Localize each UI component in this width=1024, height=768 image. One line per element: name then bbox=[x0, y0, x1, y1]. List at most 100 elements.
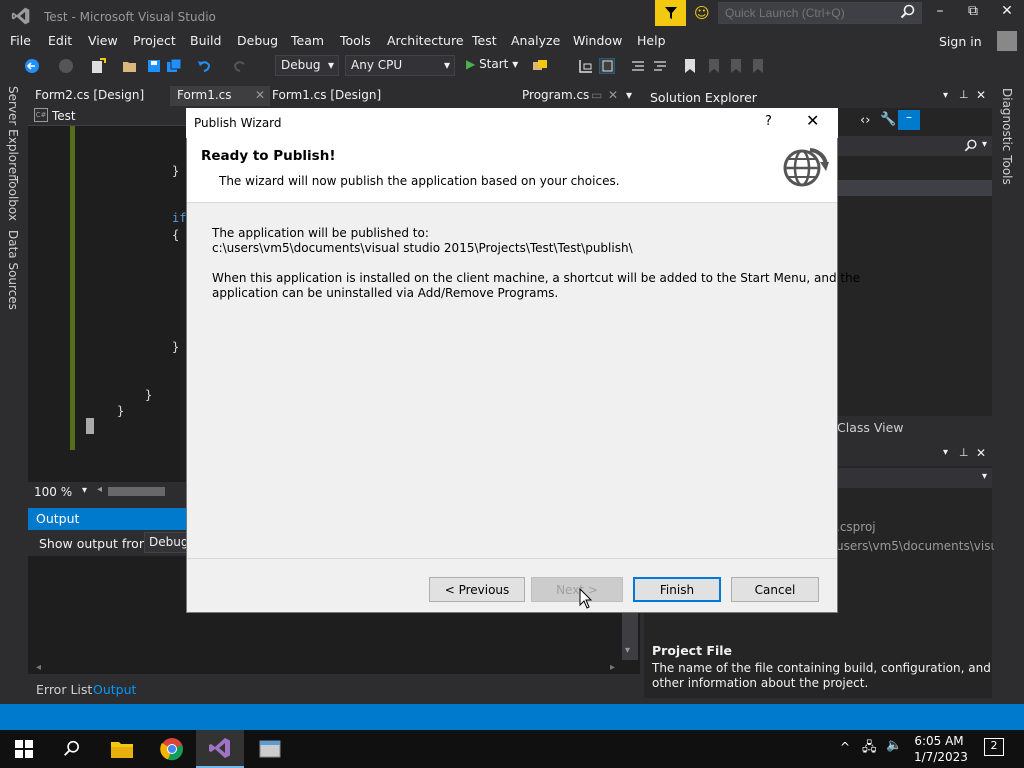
dialog-help-button[interactable]: ? bbox=[765, 114, 772, 129]
quick-launch-input[interactable] bbox=[718, 2, 922, 24]
navigate-back-icon[interactable] bbox=[24, 58, 40, 74]
menu-build[interactable]: Build bbox=[190, 33, 221, 48]
navigate-forward-icon[interactable] bbox=[58, 58, 74, 74]
next-bookmark-icon[interactable] bbox=[728, 58, 744, 74]
selected-tree-item[interactable] bbox=[830, 180, 992, 196]
chevron-down-icon[interactable]: ▾ bbox=[982, 471, 987, 482]
send-feedback-smiley-icon[interactable]: ☺ bbox=[694, 4, 710, 22]
code-view-icon[interactable]: ‹› bbox=[860, 113, 870, 128]
volume-icon[interactable]: 🔈 bbox=[886, 738, 902, 753]
notification-center-icon[interactable]: 2 bbox=[984, 738, 1004, 756]
menu-test[interactable]: Test bbox=[472, 33, 497, 48]
dialog-close-button[interactable]: ✕ bbox=[806, 111, 819, 130]
pin-icon[interactable]: ⊥ bbox=[959, 88, 969, 101]
finish-button[interactable]: Finish bbox=[633, 577, 721, 602]
menu-edit[interactable]: Edit bbox=[48, 33, 72, 48]
close-icon[interactable]: ✕ bbox=[976, 88, 986, 102]
tab-error-list[interactable]: Error List bbox=[36, 682, 92, 697]
project-dropdown[interactable]: Test bbox=[52, 109, 76, 123]
search-icon[interactable] bbox=[964, 139, 978, 153]
show-hidden-icons-chevron-up-icon[interactable]: ^ bbox=[840, 740, 850, 754]
network-icon[interactable]: 🖧 bbox=[862, 738, 877, 760]
pin-icon[interactable]: ⊥ bbox=[959, 446, 969, 459]
solution-platform-select[interactable]: Any CPU ▾ bbox=[345, 55, 455, 76]
menu-help[interactable]: Help bbox=[637, 33, 666, 48]
windows-start-button[interactable] bbox=[0, 730, 48, 768]
next-button[interactable]: Next > bbox=[531, 577, 623, 602]
tab-form2-design[interactable]: Form2.cs [Design] bbox=[35, 88, 144, 102]
taskbar-search-button[interactable] bbox=[48, 730, 96, 768]
wrench-properties-icon[interactable]: 🔧 bbox=[880, 112, 896, 127]
taskbar-visual-studio[interactable] bbox=[196, 730, 244, 768]
taskbar-app-window[interactable] bbox=[246, 730, 294, 768]
clock-time[interactable]: 6:05 AM bbox=[914, 734, 964, 748]
solution-explorer-sync-icon[interactable] bbox=[599, 58, 615, 74]
tab-form1-cs[interactable]: Form1.cs bbox=[177, 88, 232, 102]
step-into-icon[interactable] bbox=[578, 58, 594, 74]
start-debugging-button[interactable]: ▶ Start ▾ bbox=[466, 57, 518, 71]
chevron-down-icon[interactable]: ▾ bbox=[982, 139, 987, 150]
taskbar-chrome[interactable] bbox=[148, 730, 196, 768]
feedback-filter-button[interactable] bbox=[655, 0, 686, 26]
browser-link-icon[interactable] bbox=[532, 58, 548, 74]
search-icon[interactable] bbox=[900, 4, 916, 20]
tab-output[interactable]: Output bbox=[93, 682, 136, 697]
clock-date[interactable]: 1/7/2023 bbox=[914, 750, 968, 764]
tab-class-view[interactable]: Class View bbox=[837, 420, 904, 435]
previous-button[interactable]: < Previous bbox=[429, 577, 525, 602]
diagnostic-tools-tab[interactable]: Diagnostic Tools bbox=[1000, 88, 1014, 185]
chevron-down-icon[interactable]: ▾ bbox=[943, 447, 948, 458]
toolbox-tab[interactable]: Toolbox bbox=[6, 176, 20, 221]
menu-debug[interactable]: Debug bbox=[237, 33, 278, 48]
minimize-button[interactable]: – bbox=[929, 3, 951, 25]
solution-configuration-select[interactable]: Debug ▾ bbox=[275, 55, 339, 76]
tab-program-cs[interactable]: Program.cs bbox=[522, 88, 589, 102]
chevron-down-icon[interactable]: ▾ bbox=[82, 485, 87, 496]
new-project-icon[interactable] bbox=[90, 58, 106, 74]
chevron-down-icon[interactable]: ▾ bbox=[943, 90, 948, 101]
comment-lines-icon[interactable] bbox=[630, 58, 646, 74]
open-file-icon[interactable] bbox=[122, 58, 138, 74]
status-bar bbox=[0, 704, 1024, 730]
undo-icon[interactable] bbox=[196, 58, 212, 74]
pin-icon[interactable]: ▭ bbox=[591, 88, 602, 102]
cancel-button[interactable]: Cancel bbox=[731, 577, 819, 602]
clear-bookmarks-icon[interactable] bbox=[750, 58, 766, 74]
close-icon[interactable]: ✕ bbox=[608, 88, 618, 102]
menu-project[interactable]: Project bbox=[133, 33, 176, 48]
horizontal-scrollbar-thumb[interactable] bbox=[108, 487, 165, 496]
scroll-left-icon[interactable]: ◂ bbox=[97, 484, 102, 495]
taskbar-file-explorer[interactable] bbox=[98, 730, 146, 768]
scroll-down-icon[interactable]: ▾ bbox=[625, 645, 630, 656]
menu-analyze[interactable]: Analyze bbox=[511, 33, 560, 48]
menu-team[interactable]: Team bbox=[291, 33, 324, 48]
data-sources-tab[interactable]: Data Sources bbox=[6, 230, 20, 310]
properties-object-select[interactable] bbox=[830, 468, 992, 488]
tab-list-chevron-down-icon[interactable]: ▾ bbox=[626, 88, 632, 102]
tab-form1-design[interactable]: Form1.cs [Design] bbox=[272, 88, 381, 102]
scroll-right-icon[interactable]: ▸ bbox=[610, 662, 615, 673]
menu-window[interactable]: Window bbox=[573, 33, 622, 48]
output-source-select[interactable]: Debug bbox=[144, 532, 188, 553]
menu-file[interactable]: File bbox=[10, 33, 31, 48]
uncomment-lines-icon[interactable] bbox=[652, 58, 668, 74]
close-icon[interactable]: ✕ bbox=[976, 446, 986, 460]
close-button[interactable]: ✕ bbox=[996, 3, 1018, 25]
menu-architecture[interactable]: Architecture bbox=[387, 33, 464, 48]
visual-studio-icon bbox=[209, 738, 230, 758]
menu-tools[interactable]: Tools bbox=[340, 33, 371, 48]
bookmark-icon[interactable] bbox=[682, 58, 698, 74]
redo-icon[interactable] bbox=[232, 58, 248, 74]
previous-bookmark-icon[interactable] bbox=[706, 58, 722, 74]
zoom-level-select[interactable]: 100 % bbox=[34, 485, 72, 499]
restore-button[interactable]: ⧉ bbox=[962, 3, 984, 25]
save-all-icon[interactable] bbox=[166, 58, 182, 74]
save-icon[interactable] bbox=[146, 58, 162, 74]
tab-form1-close-icon[interactable]: ✕ bbox=[255, 88, 265, 102]
menu-view[interactable]: View bbox=[88, 33, 118, 48]
scroll-left-icon[interactable]: ◂ bbox=[36, 662, 41, 673]
sign-in-link[interactable]: Sign in bbox=[939, 34, 982, 49]
server-explorer-tab[interactable]: Server Explorer bbox=[6, 86, 20, 179]
account-avatar-icon[interactable] bbox=[997, 31, 1017, 51]
preview-selected-icon[interactable]: – bbox=[898, 110, 920, 130]
